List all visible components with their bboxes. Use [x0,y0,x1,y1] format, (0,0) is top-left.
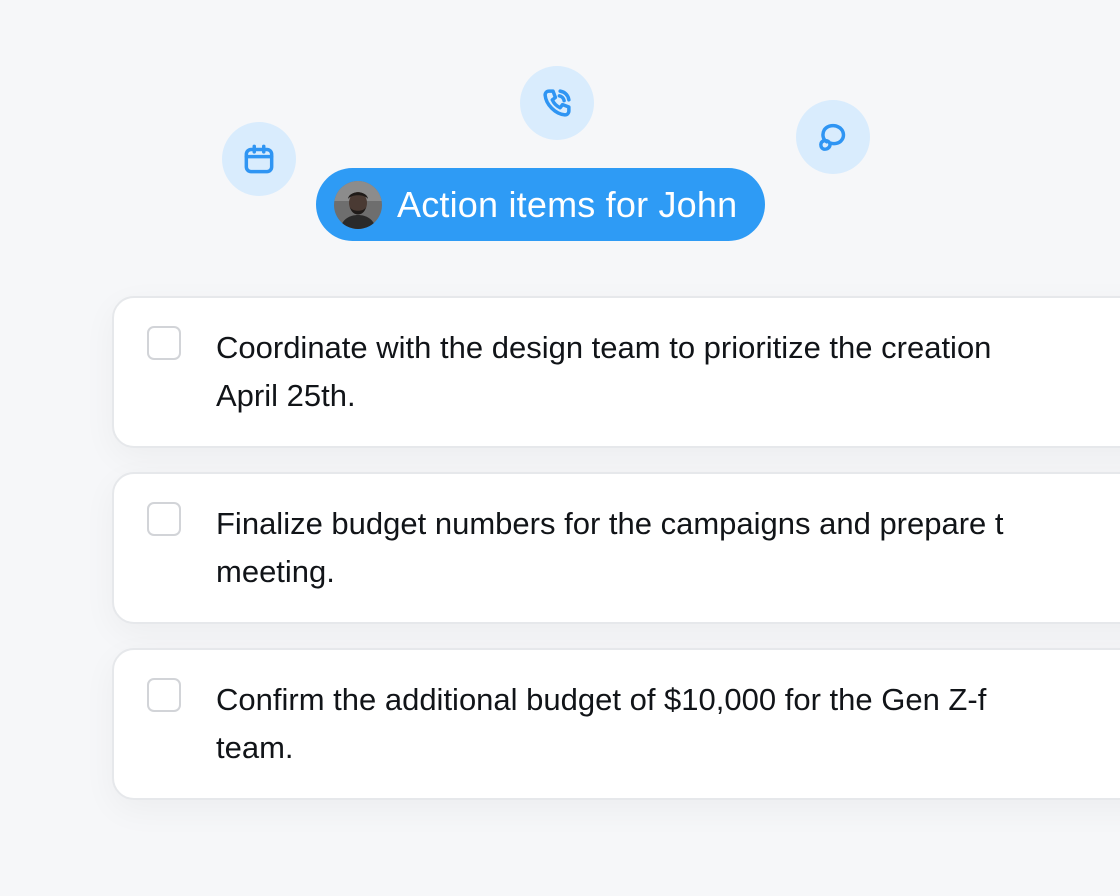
task-checkbox[interactable] [147,326,181,360]
task-text-line: April 25th. [216,378,356,413]
calendar-icon [244,144,274,174]
avatar-photo [334,180,382,229]
action-items-header: Action items for John [316,168,766,241]
task-text-line: Coordinate with the design team to prior… [216,330,992,365]
task-text-line: Finalize budget numbers for the campaign… [216,506,1004,541]
task-text-line: Confirm the additional budget of $10,000… [216,682,987,717]
task-text-line: team. [216,730,294,765]
chat-bubble[interactable] [796,100,870,174]
phone-bubble[interactable] [520,66,594,140]
task-text: Coordinate with the design team to prior… [216,324,1120,420]
task-text-line: meeting. [216,554,335,589]
task-text: Finalize budget numbers for the campaign… [216,500,1120,596]
calendar-bubble[interactable] [222,122,296,196]
list-item: Confirm the additional budget of $10,000… [112,648,1120,800]
phone-icon [543,89,571,117]
task-checkbox[interactable] [147,678,181,712]
list-item: Finalize budget numbers for the campaign… [112,472,1120,624]
list-item: Coordinate with the design team to prior… [112,296,1120,448]
action-items-list: Coordinate with the design team to prior… [112,296,1120,824]
avatar [334,180,382,229]
task-checkbox[interactable] [147,502,181,536]
chat-icon [819,123,846,151]
page-title: Action items for John [397,183,738,225]
task-text: Confirm the additional budget of $10,000… [216,676,1120,772]
